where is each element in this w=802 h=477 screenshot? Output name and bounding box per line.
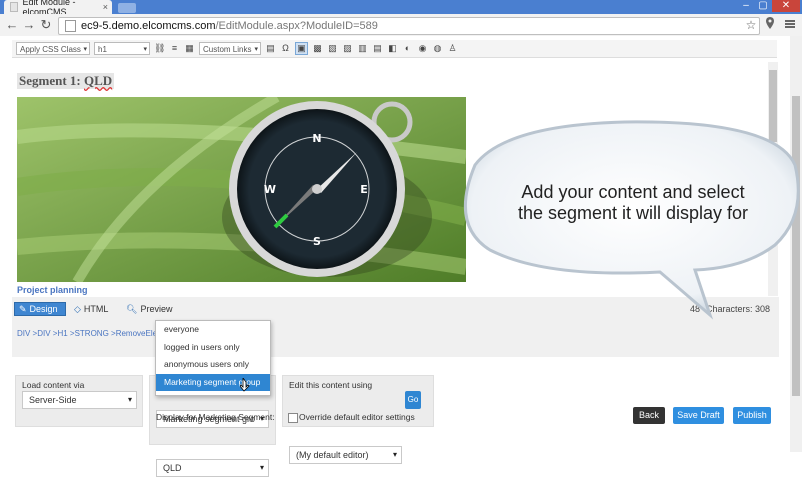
align-icon[interactable]: ≡ [169, 43, 180, 54]
custom-links-select[interactable]: Custom Links [199, 42, 261, 56]
go-button[interactable]: Go [405, 391, 421, 409]
editor-toolbar: Apply CSS Class h1 ⛓ ≡ ▦ Custom Links ▤ … [12, 40, 777, 58]
browser-tab[interactable]: Edit Module - elcomCMS × [4, 0, 112, 17]
override-checkbox[interactable] [288, 413, 298, 423]
user-icon[interactable]: ♙ [447, 43, 458, 54]
code-icon: ◇ [74, 303, 81, 314]
gallery-icon[interactable]: ▧ [327, 43, 338, 54]
segment-option[interactable]: logged in users only [156, 339, 270, 357]
html-mode-button[interactable]: ◇ HTML [70, 302, 110, 316]
back-arrow-icon[interactable]: ← [4, 17, 20, 33]
svg-text:E: E [360, 183, 368, 196]
callout-text: Add your content and select the segment … [478, 182, 788, 224]
play-icon[interactable]: ◉ [417, 43, 428, 54]
html-label: HTML [83, 304, 109, 314]
segment-dropdown-list: everyone logged in users only anonymous … [155, 320, 271, 396]
pencil-icon: ✎ [19, 303, 27, 314]
form-icon[interactable]: ▤ [372, 43, 383, 54]
segment-option[interactable]: everyone [156, 321, 270, 339]
segment-option[interactable]: anonymous users only [156, 356, 270, 374]
callout-line-2: the segment it will display for [517, 203, 749, 223]
location-pin-icon[interactable] [762, 17, 778, 33]
back-button[interactable]: Back [633, 407, 665, 424]
url-path: /EditModule.aspx?ModuleID=589 [215, 20, 378, 32]
omega-icon[interactable]: Ω [280, 43, 291, 54]
menu-icon[interactable] [782, 17, 798, 33]
segment-heading-prefix: Segment 1: [19, 73, 84, 88]
publish-button[interactable]: Publish [733, 407, 771, 424]
svg-text:W: W [264, 183, 276, 196]
url-host: ec9-5.demo.elcomcms.com [81, 20, 216, 32]
display-segment-select[interactable]: QLD ▾ [156, 459, 269, 477]
link-icon[interactable]: ⛓ [154, 43, 165, 54]
media-icon[interactable]: ▩ [312, 43, 323, 54]
display-segment-value: QLD [163, 463, 182, 473]
segment-option-selected[interactable]: Marketing segment group [156, 373, 270, 391]
image-icon[interactable]: ▣ [295, 42, 308, 55]
svg-text:N: N [312, 132, 321, 145]
load-content-select[interactable]: Server-Side ▾ [22, 391, 137, 409]
edit-using-label: Edit this content using [289, 380, 373, 390]
page-info-icon[interactable] [65, 20, 76, 32]
override-label: Override default editor settings [299, 412, 415, 422]
format-select[interactable]: h1 [94, 42, 150, 56]
maximize-icon[interactable]: ▢ [755, 0, 771, 12]
template-icon[interactable]: ◧ [387, 43, 398, 54]
chevron-down-icon: ▾ [259, 463, 264, 472]
preview-mode-button[interactable]: 🔍︎ Preview [122, 302, 173, 316]
puzzle-icon[interactable]: ◍ [432, 43, 443, 54]
callout-line-1: Add your content and select [521, 182, 745, 202]
grid-icon[interactable]: ▤ [265, 43, 276, 54]
segment-heading-name: QLD [84, 73, 113, 88]
editor-select[interactable]: (My default editor) ▾ [289, 446, 402, 464]
css-class-select[interactable]: Apply CSS Class [16, 42, 90, 56]
display-segment-label: Display for Marketing Segment: [156, 412, 275, 422]
design-mode-button[interactable]: ✎ Design [14, 302, 66, 316]
design-label: Design [29, 304, 58, 314]
window-close-icon[interactable]: ✕ [772, 0, 800, 12]
preview-label: Preview [140, 304, 173, 314]
element-breadcrumb[interactable]: DIV >DIV >H1 >STRONG >RemoveElem [17, 329, 164, 338]
chevron-down-icon: ▾ [392, 450, 397, 459]
minimize-icon[interactable]: – [738, 0, 754, 12]
save-draft-button[interactable]: Save Draft [673, 407, 724, 424]
svg-text:S: S [313, 235, 321, 248]
url-input[interactable]: ec9-5.demo.elcomcms.com/EditModule.aspx?… [58, 17, 760, 35]
forward-arrow-icon[interactable]: → [21, 17, 37, 33]
bookmark-star-icon[interactable]: ☆ [743, 17, 759, 33]
table-icon[interactable]: ▦ [184, 43, 195, 54]
compass-image: N S W E [17, 97, 466, 282]
load-content-label: Load content via [22, 380, 85, 390]
flash-icon[interactable]: ▨ [342, 43, 353, 54]
mouse-cursor-icon [239, 376, 250, 395]
document-icon[interactable]: ▥ [357, 43, 368, 54]
new-tab-button[interactable] [118, 3, 136, 13]
image-caption: Project planning [17, 285, 88, 295]
reload-icon[interactable]: ↻ [38, 17, 54, 33]
tab-close-icon[interactable]: × [103, 2, 108, 12]
circle-icon[interactable]: ◐ [402, 43, 413, 54]
chevron-down-icon: ▾ [127, 395, 132, 404]
load-content-value: Server-Side [29, 395, 77, 405]
magnifier-icon: 🔍︎ [126, 303, 138, 314]
page-icon [10, 2, 19, 12]
segment-heading: Segment 1: QLD [17, 73, 115, 89]
